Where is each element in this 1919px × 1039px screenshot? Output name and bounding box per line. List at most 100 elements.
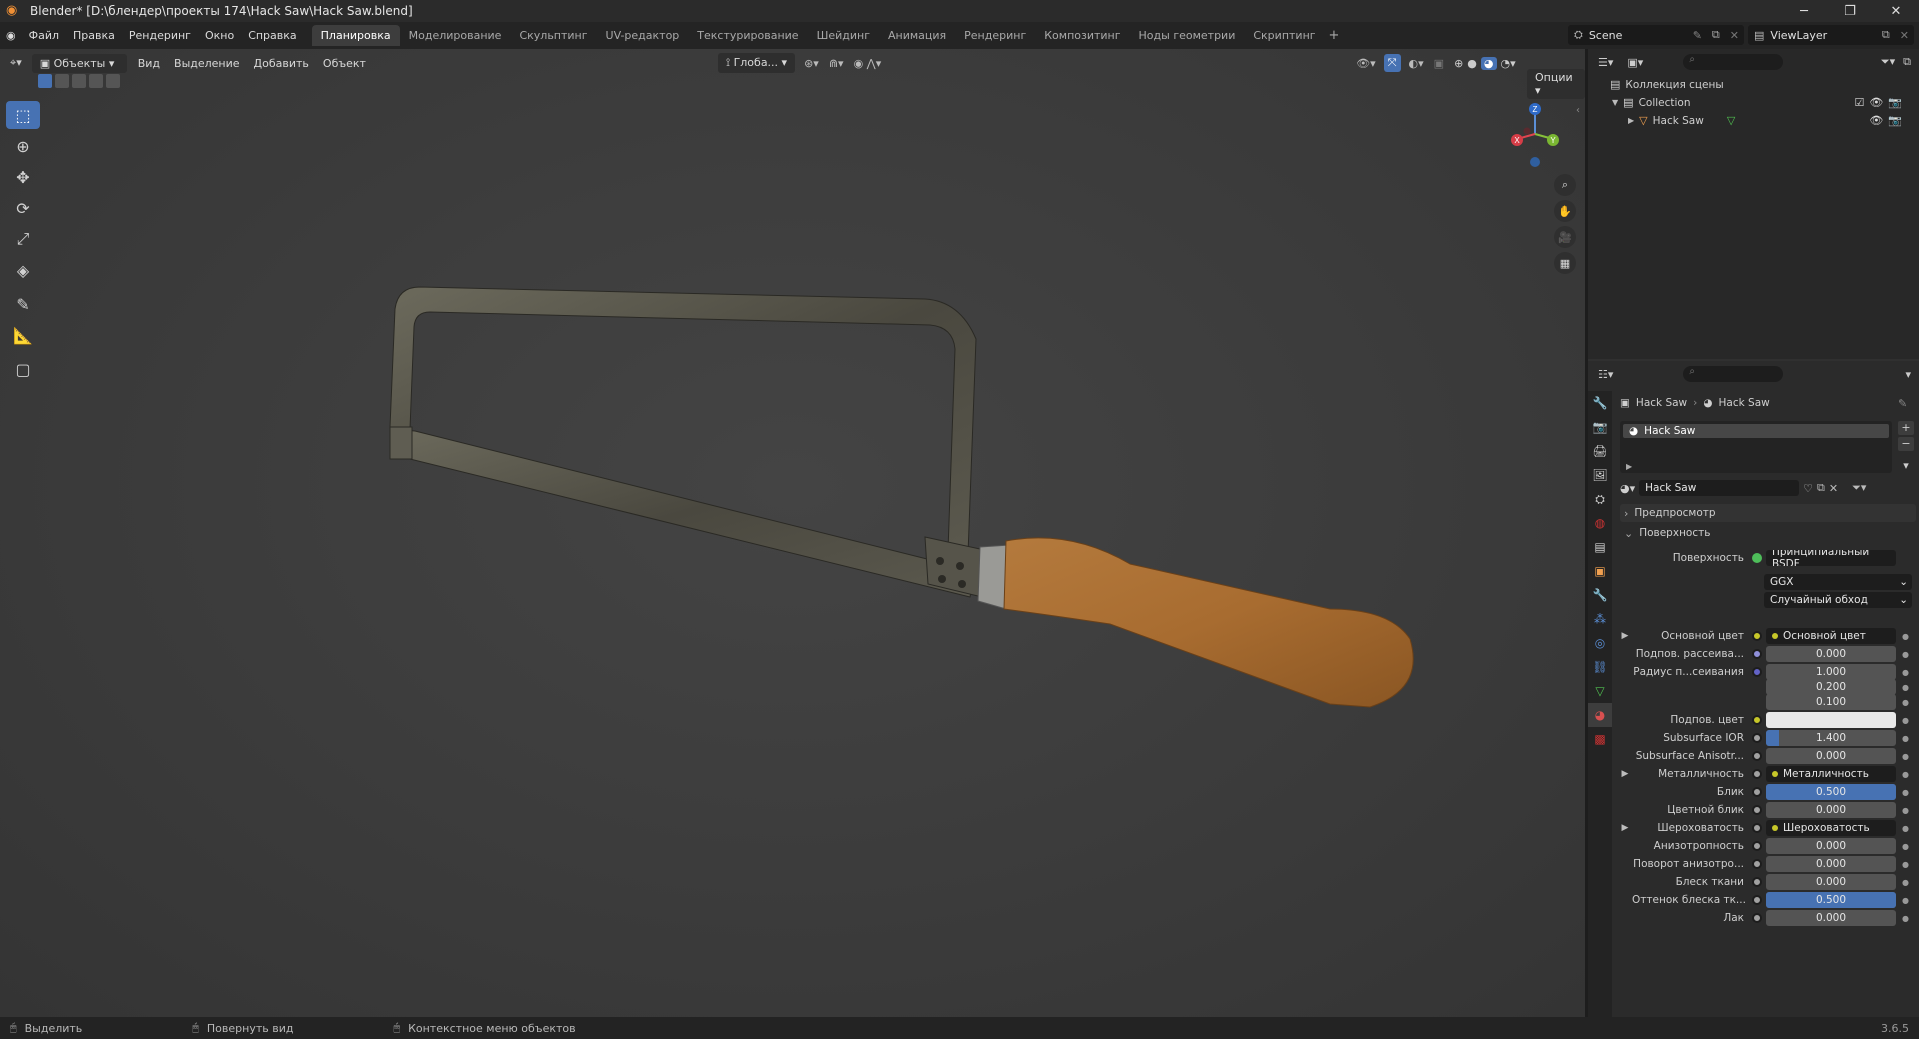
- shading-rendered-icon[interactable]: ◔▾: [1501, 57, 1516, 70]
- annotate-tool-icon[interactable]: ✎: [6, 290, 40, 318]
- keyframe-dot-icon[interactable]: ●: [1902, 842, 1909, 851]
- move-tool-icon[interactable]: ✥: [6, 163, 40, 191]
- camera-view-icon[interactable]: 🎥: [1554, 226, 1576, 248]
- pin-icon[interactable]: ✎: [1898, 397, 1907, 410]
- numeric-field[interactable]: 0.000: [1766, 646, 1896, 662]
- material-slot-list[interactable]: ◕ Hack Saw ▶: [1620, 421, 1892, 473]
- surface-shader-field[interactable]: Принципиальный BSDF: [1766, 550, 1896, 566]
- rotate-tool-icon[interactable]: ⟳: [6, 194, 40, 222]
- render-tab-icon[interactable]: 📷: [1588, 415, 1612, 439]
- outliner[interactable]: ☰▾ ▣▾ ⌕ ⏷▾ ⧉ ▤ Коллекция сцены ▼ ▤ Colle…: [1588, 49, 1919, 359]
- workspace-tab-1[interactable]: Моделирование: [400, 25, 511, 46]
- close-button[interactable]: ✕: [1873, 0, 1919, 22]
- exclude-checkbox-icon[interactable]: ☑: [1854, 96, 1864, 109]
- properties-search-field[interactable]: ⌕: [1683, 366, 1784, 382]
- measure-tool-icon[interactable]: 📐: [6, 321, 40, 349]
- material-tab-icon[interactable]: ◕: [1588, 703, 1612, 727]
- workspace-tab-5[interactable]: Шейдинг: [808, 25, 879, 46]
- options-dropdown[interactable]: Опции ▾: [1527, 69, 1585, 99]
- new-scene-icon[interactable]: ⧉: [1707, 28, 1725, 42]
- 3d-viewport[interactable]: ⌖▾ ▣ Объекты ▾ Вид Выделение Добавить Об…: [0, 49, 1585, 1017]
- keyframe-dot-icon[interactable]: ●: [1902, 632, 1909, 641]
- workspace-tab-2[interactable]: Скульптинг: [510, 25, 596, 46]
- workspace-tab-7[interactable]: Рендеринг: [955, 25, 1035, 46]
- editor-type-icon[interactable]: ⌖▾: [10, 56, 22, 70]
- texture-tab-icon[interactable]: ▩: [1588, 727, 1612, 751]
- add-cube-tool-icon[interactable]: ▢: [6, 355, 40, 383]
- numeric-field[interactable]: 0.000: [1766, 910, 1896, 926]
- select-subtract-icon[interactable]: [72, 74, 86, 88]
- distribution-dropdown[interactable]: GGX ⌄: [1764, 574, 1912, 590]
- scale-tool-icon[interactable]: ⤢: [6, 225, 40, 253]
- gizmo-toggle-icon[interactable]: ⤧: [1383, 54, 1401, 72]
- physics-tab-icon[interactable]: ◎: [1588, 631, 1612, 655]
- outliner-search-field[interactable]: ⌕: [1683, 54, 1784, 70]
- unlink-material-icon[interactable]: ✕: [1829, 482, 1838, 495]
- keyframe-dot-icon[interactable]: ●: [1902, 683, 1909, 692]
- add-menu[interactable]: Добавить: [254, 57, 309, 70]
- snap-icon[interactable]: ⋒▾: [829, 57, 844, 70]
- linked-input-field[interactable]: Шероховатость: [1766, 820, 1896, 836]
- fake-user-icon[interactable]: ♡: [1803, 482, 1813, 495]
- workspace-tab-8[interactable]: Композитинг: [1035, 25, 1129, 46]
- subsurface-method-dropdown[interactable]: Случайный обход ⌄: [1764, 592, 1912, 608]
- delete-scene-icon[interactable]: ✕: [1725, 29, 1744, 42]
- visibility-eye-icon[interactable]: 👁: [1869, 96, 1883, 109]
- pivot-icon[interactable]: ⊛▾: [804, 57, 819, 70]
- scene-tab-icon[interactable]: ⛭: [1588, 487, 1612, 511]
- select-menu[interactable]: Выделение: [174, 57, 240, 70]
- pan-hand-icon[interactable]: ✋: [1554, 200, 1576, 222]
- browse-material-icon[interactable]: ◕▾: [1620, 482, 1635, 495]
- visibility-eye-icon[interactable]: 👁: [1869, 114, 1883, 127]
- hack-saw-model[interactable]: [370, 279, 1460, 879]
- shading-solid-icon[interactable]: ●: [1467, 57, 1477, 70]
- world-tab-icon[interactable]: ◍: [1588, 511, 1612, 535]
- select-new-icon[interactable]: [38, 74, 52, 88]
- expand-arrow-icon[interactable]: ▶: [1618, 769, 1632, 779]
- constraints-tab-icon[interactable]: ⛓: [1588, 655, 1612, 679]
- remove-slot-button[interactable]: −: [1898, 437, 1914, 451]
- select-invert-icon[interactable]: [89, 74, 103, 88]
- workspace-tab-0[interactable]: Планировка: [311, 25, 400, 46]
- numeric-field[interactable]: 0.000: [1766, 802, 1896, 818]
- render-camera-icon[interactable]: 📷: [1888, 96, 1902, 109]
- numeric-field[interactable]: 0.100: [1766, 694, 1896, 710]
- keyframe-dot-icon[interactable]: ●: [1902, 752, 1909, 761]
- menu-item-1[interactable]: Правка: [66, 29, 122, 42]
- add-workspace-button[interactable]: +: [1329, 28, 1340, 43]
- keyframe-dot-icon[interactable]: ●: [1902, 896, 1909, 905]
- menu-item-3[interactable]: Окно: [198, 29, 241, 42]
- numeric-field[interactable]: 0.500: [1766, 784, 1896, 800]
- workspace-tab-9[interactable]: Ноды геометрии: [1130, 25, 1245, 46]
- keyframe-dot-icon[interactable]: ●: [1902, 788, 1909, 797]
- expand-arrow-icon[interactable]: ▶: [1628, 116, 1634, 125]
- properties-editor-icon[interactable]: ☷▾: [1598, 368, 1613, 381]
- keyframe-dot-icon[interactable]: ●: [1902, 698, 1909, 707]
- navigation-gizmo[interactable]: Z Y X: [1505, 99, 1565, 169]
- modifier-tab-icon[interactable]: 🔧: [1588, 583, 1612, 607]
- outliner-row-scene-collection[interactable]: ▤ Коллекция сцены: [1610, 78, 1724, 91]
- select-intersect-icon[interactable]: [106, 74, 120, 88]
- render-camera-icon[interactable]: 📷: [1888, 114, 1902, 127]
- menu-item-4[interactable]: Справка: [241, 29, 303, 42]
- maximize-button[interactable]: ❐: [1827, 0, 1873, 22]
- keyframe-dot-icon[interactable]: ●: [1902, 668, 1909, 677]
- duplicate-material-icon[interactable]: ⧉: [1817, 481, 1825, 495]
- workspace-tab-4[interactable]: Текстурирование: [688, 25, 807, 46]
- collection-tab-icon[interactable]: ▤: [1588, 535, 1612, 559]
- linked-input-field[interactable]: Металличность: [1766, 766, 1896, 782]
- options-chevron-icon[interactable]: ▾: [1905, 368, 1911, 381]
- transform-tool-icon[interactable]: ◈: [6, 256, 40, 284]
- pin-icon[interactable]: ✎: [1688, 29, 1707, 42]
- add-slot-button[interactable]: +: [1898, 421, 1914, 435]
- data-tab-icon[interactable]: ▽: [1588, 679, 1612, 703]
- gizmo-neg-z-icon[interactable]: [1530, 157, 1540, 167]
- material-filter-icon[interactable]: ⏷▾: [1852, 481, 1866, 495]
- numeric-field[interactable]: 0.000: [1766, 856, 1896, 872]
- list-expand-icon[interactable]: ▶: [1626, 462, 1632, 471]
- numeric-field[interactable]: 0.000: [1766, 748, 1896, 764]
- minimize-button[interactable]: ─: [1781, 0, 1827, 22]
- zoom-icon[interactable]: ⌕: [1554, 174, 1576, 196]
- linked-input-field[interactable]: Основной цвет: [1766, 628, 1896, 644]
- numeric-field[interactable]: 0.000: [1766, 838, 1896, 854]
